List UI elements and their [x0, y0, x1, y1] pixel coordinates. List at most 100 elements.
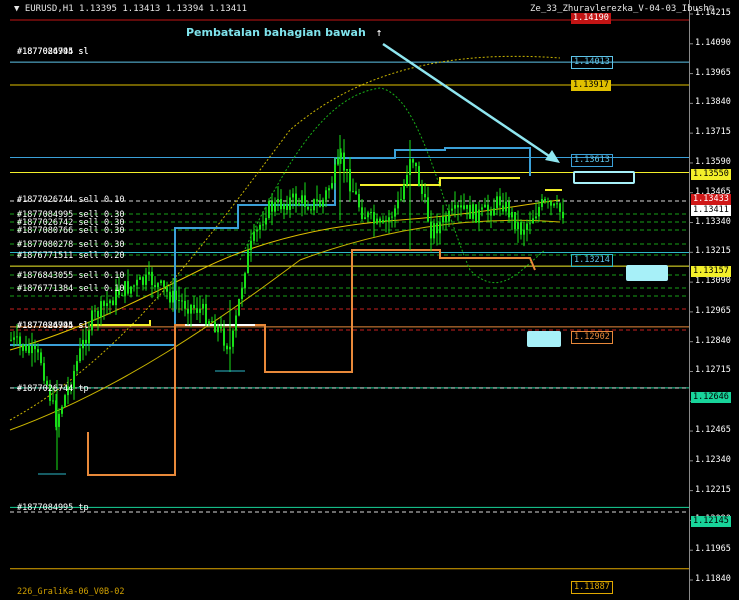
candle-body [382, 220, 384, 223]
order-label[interactable]: #1877080278 sell 0.30 [17, 240, 124, 250]
candle-body [388, 217, 390, 221]
level-tag[interactable]: 1.11887 [571, 581, 613, 594]
candle-body [415, 162, 417, 167]
candle-body [295, 193, 297, 206]
current-price-tag[interactable]: 1.13411 [691, 205, 731, 216]
candle-body [205, 303, 207, 324]
candle-body [394, 208, 396, 217]
candle-body [328, 188, 330, 191]
candle-body [469, 204, 471, 219]
order-sl-label-2[interactable]: #1877084995 sl [17, 47, 89, 57]
annotation-text[interactable]: Pembatalan bahagian bawah ↑ [186, 26, 382, 39]
indicator-name: Ze_33_Zhuravlerezka_V-04-03_Ibush☺ [530, 4, 715, 14]
axis-level-tag[interactable]: 1.12646 [691, 392, 731, 403]
candle-body [364, 217, 366, 220]
candle-body [100, 301, 102, 318]
candle-body [313, 199, 315, 211]
axis-level-tag[interactable]: 1.12145 [691, 516, 731, 527]
order-label[interactable]: #1876843055 sell 0.10 [17, 271, 124, 281]
candle-body [274, 202, 276, 212]
price-tick-label: 1.12715 [695, 365, 731, 376]
candle-body [253, 231, 255, 241]
candle-body [79, 348, 81, 362]
candle-body [466, 204, 468, 209]
candle-body [202, 303, 204, 309]
candle-body [430, 221, 432, 239]
candle-body [262, 224, 264, 226]
candle-body [523, 229, 525, 235]
candle-body [286, 204, 288, 210]
candle-body [19, 336, 21, 345]
price-chart[interactable] [0, 0, 739, 600]
candle-body [133, 285, 135, 287]
drawn-rectangle[interactable] [527, 331, 561, 347]
price-tick-label: 1.13340 [695, 216, 731, 227]
candle-body [454, 205, 456, 209]
drawn-rectangle[interactable] [626, 265, 668, 281]
candle-body [121, 294, 123, 296]
candle-body [325, 190, 327, 200]
candle-body [76, 361, 78, 371]
price-tick-label: 1.12465 [695, 425, 731, 436]
axis-level-tag[interactable]: 1.13157 [691, 266, 731, 277]
candle-body [280, 199, 282, 210]
candle-body [256, 229, 258, 232]
candle-body [361, 207, 363, 220]
axis-level-tag[interactable]: 1.13550 [691, 169, 731, 180]
level-tag[interactable]: 1.12902 [571, 331, 613, 344]
yellow-step-line [360, 177, 520, 186]
order-label-overlap[interactable]: #1877084995 sl [17, 321, 89, 331]
level-tag[interactable]: 1.13214 [571, 254, 613, 267]
candle-body [484, 204, 486, 208]
candle-body [145, 274, 147, 285]
order-tp-label[interactable]: #1877084995 tp [17, 503, 89, 513]
candle-body [334, 164, 336, 184]
order-label[interactable]: #1877080766 sell 0.30 [17, 226, 124, 236]
candle-body [478, 209, 480, 223]
price-tick-label: 1.13590 [695, 156, 731, 167]
candle-body [226, 345, 228, 350]
price-tick-label: 1.14090 [695, 37, 731, 48]
candle-body [157, 283, 159, 288]
candle-body [109, 300, 111, 304]
candle-body [487, 204, 489, 211]
arrow-head-icon [545, 150, 560, 163]
candle-body [424, 193, 426, 198]
candle-body [307, 206, 309, 210]
candle-body [85, 339, 87, 344]
order-label[interactable]: #1876771511 sell 0.20 [17, 251, 124, 261]
candle-body [10, 339, 12, 341]
candle-body [457, 205, 459, 208]
drawn-rectangle[interactable] [573, 171, 635, 184]
price-tick-label: 1.12840 [695, 335, 731, 346]
candle-body [511, 211, 513, 218]
candle-body [130, 286, 132, 294]
candle-body [397, 200, 399, 209]
chart-window[interactable]: ▼ EURUSD,H1 1.13395 1.13413 1.13394 1.13… [0, 0, 739, 600]
candle-body [556, 203, 558, 205]
order-tp-label[interactable]: #1877026744 tp [17, 384, 89, 394]
level-tag[interactable]: 1.13917 [571, 80, 611, 91]
candle-body [154, 285, 156, 288]
candle-body [217, 326, 219, 333]
candle-body [418, 166, 420, 187]
price-tick-label: 1.12340 [695, 454, 731, 465]
candle-body [535, 216, 537, 219]
candle-body [463, 205, 465, 209]
candle-body [106, 303, 108, 306]
level-tag[interactable]: 1.13613 [571, 154, 613, 167]
level-tag[interactable]: 1.14013 [571, 56, 613, 69]
candle-body [181, 300, 183, 302]
candle-body [379, 218, 381, 223]
candle-body [238, 298, 240, 316]
candle-body [211, 321, 213, 323]
level-tag[interactable]: 1.14190 [571, 13, 611, 24]
candle-body [232, 330, 234, 347]
candle-body [508, 201, 510, 218]
order-label[interactable]: #1876771384 sell 0.10 [17, 284, 124, 294]
axis-ask-tag[interactable]: 1.13433 [691, 194, 731, 205]
candle-body [214, 321, 216, 333]
order-label[interactable]: #1877026744 sell 0.10 [17, 195, 124, 205]
candle-body [178, 299, 180, 301]
candle-body [547, 201, 549, 203]
